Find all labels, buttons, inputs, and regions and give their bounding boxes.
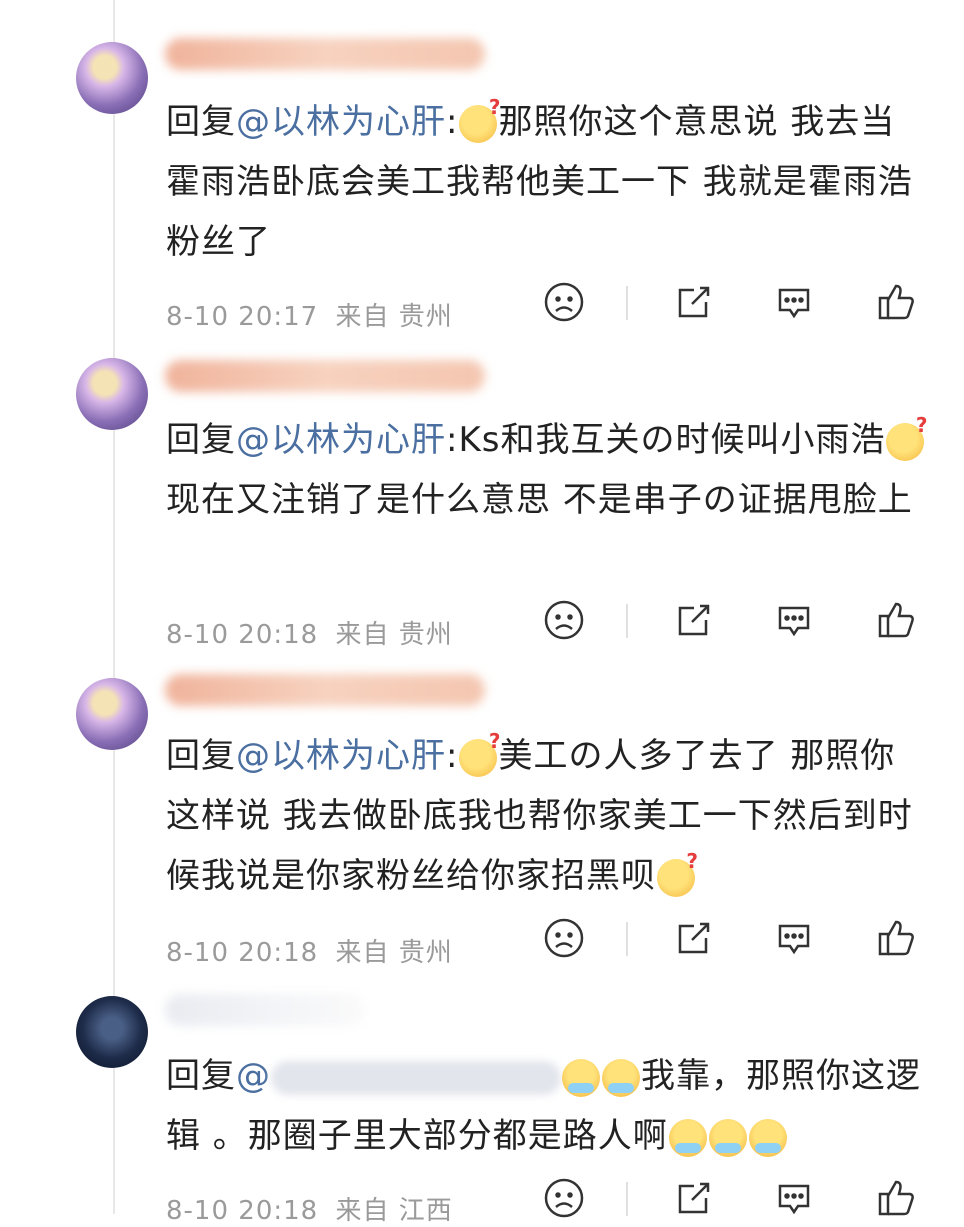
action-bar bbox=[540, 916, 930, 964]
comment-date: 8-10 20:17 bbox=[166, 302, 319, 332]
sad-face-icon[interactable] bbox=[542, 280, 586, 324]
comment-location: 来自 贵州 bbox=[335, 938, 453, 968]
comment-icon[interactable] bbox=[772, 280, 816, 324]
comment-location: 来自 贵州 bbox=[335, 620, 453, 650]
reply-prefix: 回复 bbox=[166, 736, 236, 776]
comment-meta: 8-10 20:18 来自 江西 bbox=[166, 1190, 453, 1227]
comment-icon[interactable] bbox=[772, 916, 816, 960]
comment-date: 8-10 20:18 bbox=[166, 938, 319, 968]
reply-body: 现在又注销了是什么意思 不是串子の证据甩脸上 bbox=[166, 480, 913, 520]
crying-emoji-icon bbox=[708, 1118, 747, 1157]
avatar[interactable] bbox=[76, 358, 148, 430]
username-blurred[interactable] bbox=[165, 674, 485, 706]
divider bbox=[626, 604, 628, 638]
avatar[interactable] bbox=[76, 678, 148, 750]
mention-link[interactable]: @以林为心肝 bbox=[236, 736, 446, 776]
crying-emoji-icon bbox=[562, 1058, 600, 1097]
reply-text: 回复@ 我靠，那照你这逻辑 。那圈子里大部分都是路人啊 bbox=[166, 1046, 926, 1166]
avatar[interactable] bbox=[76, 996, 148, 1068]
reply-prefix: 回复 bbox=[166, 1056, 236, 1096]
crying-emoji-icon bbox=[748, 1118, 787, 1157]
share-icon[interactable] bbox=[670, 598, 714, 642]
question-emoji-icon bbox=[459, 731, 501, 777]
question-emoji-icon bbox=[459, 97, 501, 143]
divider bbox=[626, 1182, 628, 1216]
sad-face-icon[interactable] bbox=[542, 1176, 586, 1220]
action-bar bbox=[540, 280, 930, 328]
like-icon[interactable] bbox=[874, 916, 918, 960]
comment-meta: 8-10 20:17 来自 贵州 bbox=[166, 296, 453, 333]
username-blurred[interactable] bbox=[165, 360, 485, 392]
comment-icon[interactable] bbox=[772, 598, 816, 642]
comment-meta: 8-10 20:18 来自 贵州 bbox=[166, 614, 453, 651]
mention-link[interactable]: @以林为心肝 bbox=[236, 420, 446, 460]
comment-location: 来自 江西 bbox=[335, 1196, 453, 1226]
crying-emoji-icon bbox=[602, 1058, 640, 1097]
avatar[interactable] bbox=[76, 42, 148, 114]
sad-face-icon[interactable] bbox=[542, 916, 586, 960]
question-emoji-icon bbox=[886, 415, 928, 461]
comment-location: 来自 贵州 bbox=[335, 302, 453, 332]
share-icon[interactable] bbox=[670, 1176, 714, 1220]
divider bbox=[626, 922, 628, 956]
comment-icon[interactable] bbox=[772, 1176, 816, 1220]
like-icon[interactable] bbox=[874, 280, 918, 324]
share-icon[interactable] bbox=[670, 916, 714, 960]
mention-blurred[interactable] bbox=[271, 1060, 561, 1095]
reply-text: 回复@以林为心肝:Ks和我互关の时候叫小雨浩现在又注销了是什么意思 不是串子の证… bbox=[166, 410, 928, 530]
reply-text: 回复@以林为心肝:美工の人多了去了 那照你这样说 我去做卧底我也帮你家美工一下然… bbox=[166, 726, 926, 906]
comment-meta: 8-10 20:18 来自 贵州 bbox=[166, 932, 453, 969]
crying-emoji-icon bbox=[668, 1118, 707, 1157]
colon: : bbox=[446, 420, 459, 460]
comment-date: 8-10 20:18 bbox=[166, 620, 319, 650]
username-blurred[interactable] bbox=[165, 38, 485, 70]
comment-date: 8-10 20:18 bbox=[166, 1196, 319, 1226]
reply-prefix: 回复 bbox=[166, 102, 236, 142]
colon: : bbox=[446, 736, 459, 776]
reply-body: Ks和我互关の时候叫小雨浩 bbox=[458, 420, 886, 460]
mention-link[interactable]: @以林为心肝 bbox=[236, 102, 446, 142]
reply-prefix: 回复 bbox=[166, 420, 236, 460]
question-emoji-icon bbox=[657, 851, 699, 897]
divider bbox=[626, 286, 628, 320]
share-icon[interactable] bbox=[670, 280, 714, 324]
reply-text: 回复@以林为心肝:那照你这个意思说 我去当霍雨浩卧底会美工我帮他美工一下 我就是… bbox=[166, 92, 926, 272]
colon: : bbox=[446, 102, 459, 142]
action-bar bbox=[540, 1176, 930, 1224]
username-blurred[interactable] bbox=[165, 994, 365, 1026]
like-icon[interactable] bbox=[874, 1176, 918, 1220]
sad-face-icon[interactable] bbox=[542, 598, 586, 642]
mention-link[interactable]: @ bbox=[236, 1056, 271, 1096]
like-icon[interactable] bbox=[874, 598, 918, 642]
action-bar bbox=[540, 598, 930, 646]
